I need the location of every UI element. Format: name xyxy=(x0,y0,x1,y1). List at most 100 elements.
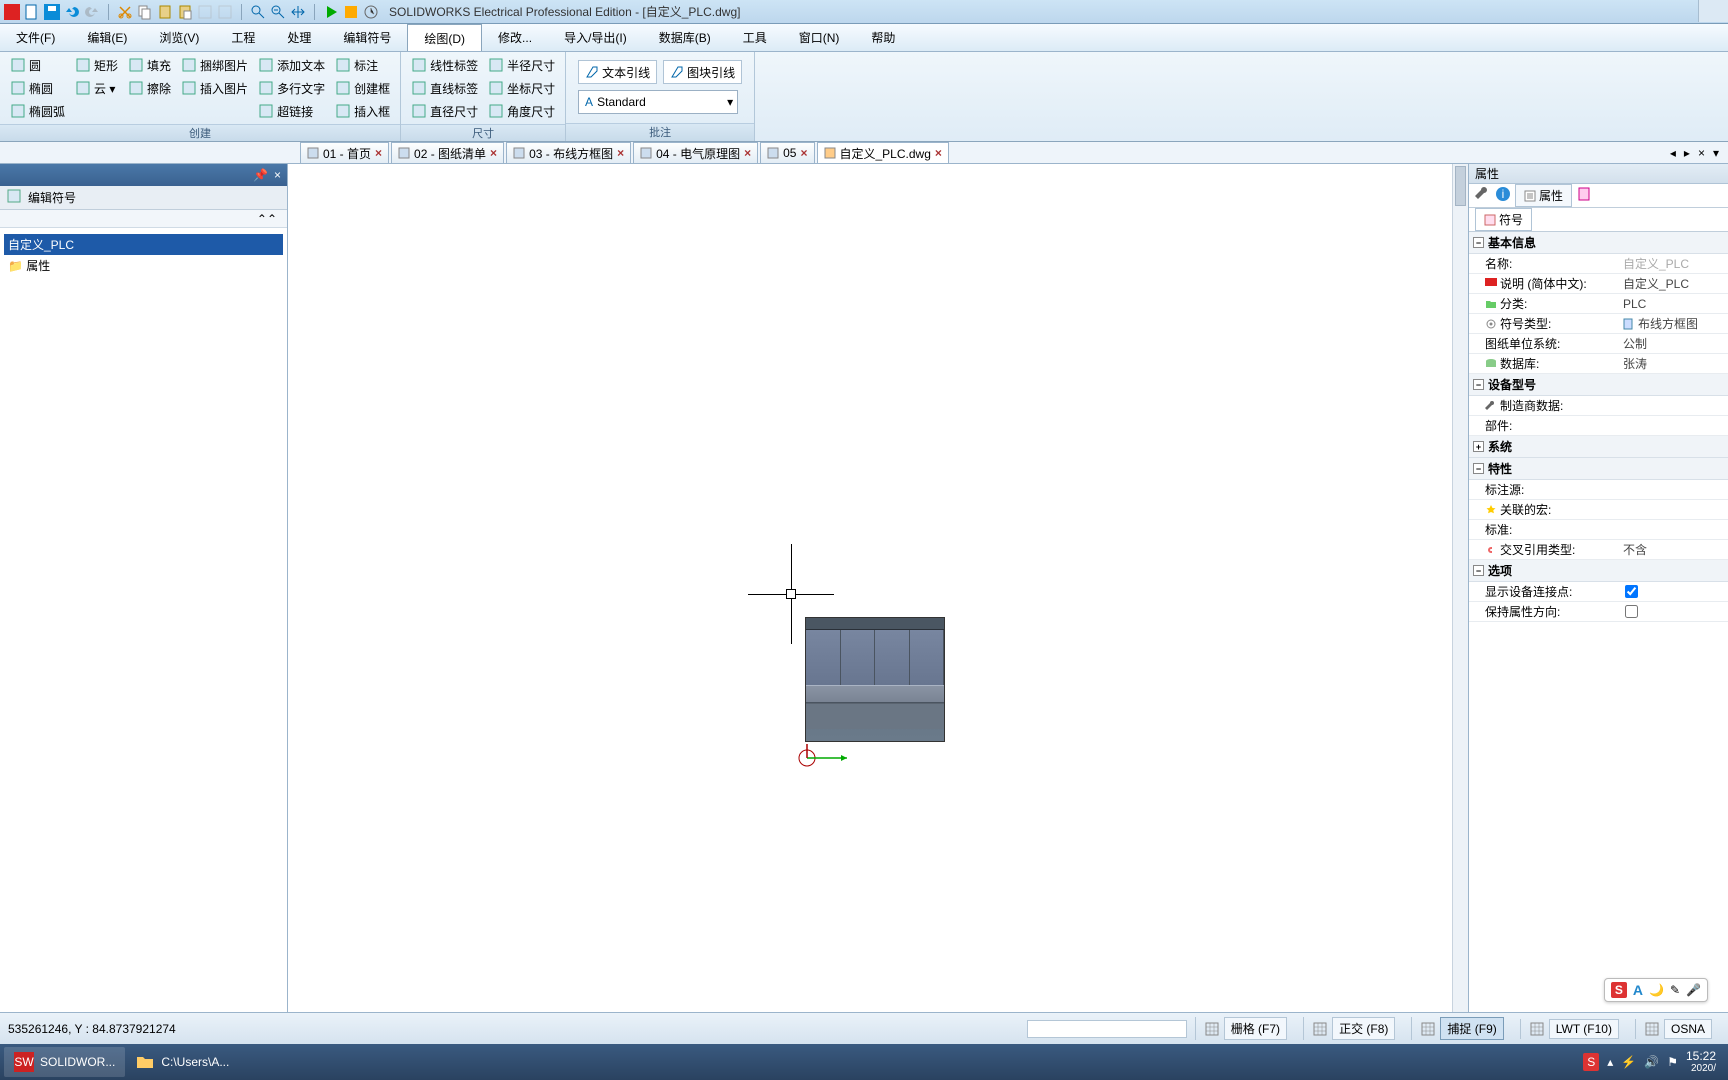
macro-icon[interactable] xyxy=(343,4,359,20)
clipboard-icon[interactable] xyxy=(1576,186,1592,205)
tray-ime-icon[interactable]: S xyxy=(1583,1053,1599,1071)
undo-icon[interactable] xyxy=(64,4,80,20)
ribbon-button[interactable]: 直线标签 xyxy=(407,77,482,99)
ribbon-button[interactable]: 多行文字 xyxy=(254,77,329,99)
property-group-header[interactable]: −基本信息 xyxy=(1469,232,1728,254)
ribbon-button[interactable]: 插入框 xyxy=(331,100,394,122)
paste-icon[interactable] xyxy=(157,4,173,20)
clock-icon[interactable] xyxy=(363,4,379,20)
menu-item[interactable]: 窗口(N) xyxy=(783,24,856,51)
menu-item[interactable]: 处理 xyxy=(271,24,327,51)
blank-icon[interactable] xyxy=(197,4,213,20)
doctab-nav-btn[interactable]: ◂ xyxy=(1667,146,1679,160)
clock[interactable]: 15:22 2020/ xyxy=(1686,1050,1716,1074)
property-group-header[interactable]: −设备型号 xyxy=(1469,374,1728,396)
property-value[interactable]: 公制 xyxy=(1623,335,1647,352)
menu-item[interactable]: 工程 xyxy=(215,24,271,51)
left-panel-tab[interactable]: 编辑符号 xyxy=(28,189,76,206)
property-value[interactable]: 自定义_PLC xyxy=(1623,275,1689,292)
ribbon-button[interactable]: 捆绑图片 xyxy=(177,54,252,76)
ribbon-button[interactable]: 圆 xyxy=(6,54,69,76)
ribbon-button[interactable]: 创建框 xyxy=(331,77,394,99)
minimize-button[interactable] xyxy=(1698,0,1728,22)
scrollbar-thumb[interactable] xyxy=(1455,166,1466,206)
tree-item[interactable]: 📁 属性 xyxy=(4,255,283,276)
ribbon-button[interactable]: 矩形 xyxy=(71,54,122,76)
ribbon-button[interactable]: 角度尺寸 xyxy=(484,100,559,122)
pin-icon[interactable]: 📌 xyxy=(253,168,268,182)
ribbon-button[interactable]: 椭圆 xyxy=(6,77,69,99)
ribbon-button[interactable]: 半径尺寸 xyxy=(484,54,559,76)
property-group-header[interactable]: −选项 xyxy=(1469,560,1728,582)
collapse-icon[interactable]: − xyxy=(1473,463,1484,474)
properties-tab[interactable]: 属性 xyxy=(1515,184,1572,207)
status-toggle[interactable]: 栅格 (F7) xyxy=(1224,1017,1287,1040)
cut-icon[interactable] xyxy=(117,4,133,20)
ribbon-button[interactable]: 填充 xyxy=(124,54,175,76)
redo-icon[interactable] xyxy=(84,4,100,20)
ribbon-button[interactable]: 标注 xyxy=(331,54,394,76)
tray-sound-icon[interactable]: 🔊 xyxy=(1644,1055,1659,1069)
collapse-icon[interactable]: − xyxy=(1473,565,1484,576)
menu-item[interactable]: 导入/导出(I) xyxy=(548,24,643,51)
menu-item[interactable]: 绘图(D) xyxy=(407,24,482,51)
ribbon-button[interactable]: 云 ▾ xyxy=(71,77,122,99)
collapse-icon[interactable]: − xyxy=(1473,237,1484,248)
collapse-bar[interactable]: ⌃⌃ xyxy=(0,210,287,228)
zoom-in-icon[interactable] xyxy=(250,4,266,20)
annotation-button[interactable]: 文本引线 xyxy=(578,60,657,84)
close-tab-icon[interactable]: × xyxy=(935,146,942,160)
style-combo[interactable]: AStandard▾ xyxy=(578,90,738,114)
menu-item[interactable]: 编辑(E) xyxy=(71,24,143,51)
property-value[interactable]: 张涛 xyxy=(1623,355,1647,372)
doctab-nav-btn[interactable]: ▸ xyxy=(1681,146,1693,160)
paste-special-icon[interactable] xyxy=(177,4,193,20)
plc-component[interactable] xyxy=(805,617,945,742)
blank2-icon[interactable] xyxy=(217,4,233,20)
taskbar-app-explorer[interactable]: C:\Users\A... xyxy=(125,1047,239,1077)
close-panel-icon[interactable]: × xyxy=(274,168,281,182)
ime-toolbar[interactable]: SA 🌙 ✎ 🎤 xyxy=(1604,978,1708,1002)
ribbon-button[interactable]: 直径尺寸 xyxy=(407,100,482,122)
wrench-icon[interactable] xyxy=(1475,186,1491,205)
ime-item[interactable]: S xyxy=(1611,982,1627,998)
zoom-out-icon[interactable] xyxy=(270,4,286,20)
property-value[interactable]: 不含 xyxy=(1623,541,1647,558)
annotation-button[interactable]: 图块引线 xyxy=(663,60,742,84)
ribbon-button[interactable]: 超链接 xyxy=(254,100,329,122)
close-tab-icon[interactable]: × xyxy=(800,146,807,160)
ime-item[interactable]: 🎤 xyxy=(1686,983,1701,997)
drawing-canvas[interactable] xyxy=(288,164,1468,1012)
new-icon[interactable] xyxy=(24,4,40,20)
menu-item[interactable]: 浏览(V) xyxy=(143,24,215,51)
info-icon[interactable]: i xyxy=(1495,186,1511,205)
property-value[interactable]: PLC xyxy=(1623,297,1646,311)
close-tab-icon[interactable]: × xyxy=(617,146,624,160)
collapse-icon[interactable]: − xyxy=(1473,379,1484,390)
ime-item[interactable]: ✎ xyxy=(1670,983,1680,997)
ime-item[interactable]: A xyxy=(1633,982,1643,998)
status-toggle[interactable]: 捕捉 (F9) xyxy=(1440,1017,1503,1040)
vertical-scrollbar[interactable] xyxy=(1452,164,1468,1012)
tray-up-icon[interactable]: ▴ xyxy=(1607,1055,1613,1069)
ribbon-button[interactable]: 线性标签 xyxy=(407,54,482,76)
doctab-nav-btn[interactable]: ▾ xyxy=(1710,146,1722,160)
property-value[interactable]: 布线方框图 xyxy=(1638,315,1698,332)
document-tab[interactable]: 05× xyxy=(760,142,814,163)
save-icon[interactable] xyxy=(44,4,60,20)
doctab-nav-btn[interactable]: × xyxy=(1695,146,1708,160)
taskbar-app-solidworks[interactable]: SW SOLIDWOR... xyxy=(4,1047,125,1077)
close-tab-icon[interactable]: × xyxy=(744,146,751,160)
document-tab[interactable]: 01 - 首页× xyxy=(300,142,389,163)
document-tab[interactable]: 自定义_PLC.dwg× xyxy=(817,142,949,163)
ime-item[interactable]: 🌙 xyxy=(1649,983,1664,997)
property-value[interactable]: 自定义_PLC xyxy=(1623,255,1689,272)
play-icon[interactable] xyxy=(323,4,339,20)
menu-item[interactable]: 文件(F) xyxy=(0,24,71,51)
property-group-header[interactable]: +系统 xyxy=(1469,436,1728,458)
tray-flag-icon[interactable]: ⚑ xyxy=(1667,1055,1678,1069)
ribbon-button[interactable]: 插入图片 xyxy=(177,77,252,99)
tray-network-icon[interactable]: ⚡ xyxy=(1621,1055,1636,1069)
status-toggle[interactable]: LWT (F10) xyxy=(1549,1019,1619,1039)
tree-item[interactable]: 自定义_PLC xyxy=(4,234,283,255)
